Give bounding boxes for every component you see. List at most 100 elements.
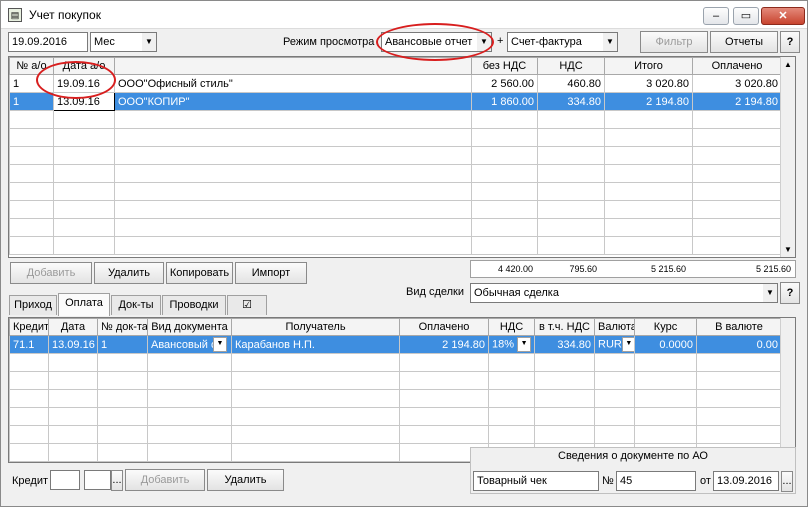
empty-row[interactable] (9, 407, 782, 426)
col-header-doc-type[interactable]: Вид документа (147, 318, 232, 336)
add-payment-button[interactable]: Добавить (125, 469, 205, 491)
credit-ellipsis-button[interactable]: ... (111, 470, 123, 491)
doc-type-combo[interactable]: Счет-фактура ▼ (507, 32, 618, 52)
tab-postings[interactable]: Проводки (162, 295, 226, 315)
chevron-down-icon[interactable]: ▼ (621, 337, 634, 352)
col-header-currency[interactable]: Валюта (594, 318, 635, 336)
empty-row[interactable] (9, 110, 782, 129)
add-report-button[interactable]: Добавить (10, 262, 92, 284)
empty-cell (53, 146, 115, 165)
close-button[interactable]: ✕ (761, 7, 805, 25)
credit-label: Кредит (12, 475, 49, 487)
cell-supplier: ООО"Офисный стиль" (114, 74, 472, 93)
empty-cell (604, 164, 693, 183)
credit-field-2[interactable] (84, 470, 111, 490)
empty-cell (634, 353, 697, 372)
table-row[interactable]: 1 19.09.16 ООО"Офисный стиль" 2 560.00 4… (9, 74, 782, 93)
chevron-down-icon[interactable]: ▼ (763, 284, 777, 302)
empty-cell (9, 200, 54, 219)
chevron-down-icon[interactable]: ▼ (517, 337, 532, 352)
credit-field-1[interactable] (50, 470, 80, 490)
import-button[interactable]: Импорт (235, 262, 307, 284)
empty-row[interactable] (9, 389, 782, 408)
total-without-vat: 4 420.00 (497, 264, 533, 274)
date-field[interactable]: 19.09.2016 (8, 32, 88, 52)
empty-cell (9, 146, 54, 165)
col-header-incl-vat[interactable]: в т.ч. НДС (534, 318, 595, 336)
col-header-rate[interactable]: Курс (634, 318, 697, 336)
col-header-doc-number[interactable]: № док-та (97, 318, 148, 336)
table-row-selected[interactable]: 71.1 13.09.16 1 Авансовый о▼ Карабанов Н… (9, 335, 782, 354)
empty-cell (534, 407, 595, 426)
chevron-down-icon[interactable]: ▼ (603, 33, 617, 51)
delete-payment-button[interactable]: Удалить (207, 469, 284, 491)
ao-ellipsis-button[interactable]: ... (781, 471, 793, 492)
empty-row[interactable] (9, 218, 782, 237)
empty-cell (9, 236, 54, 255)
help-button[interactable]: ? (780, 31, 800, 53)
cell-currency[interactable]: RUR ▼ (594, 335, 635, 354)
empty-cell (114, 128, 472, 147)
col-header-pay-date[interactable]: Дата (48, 318, 98, 336)
ao-doc-type-field[interactable]: Товарный чек (473, 471, 599, 491)
empty-row[interactable] (9, 182, 782, 201)
empty-cell (9, 443, 49, 462)
empty-cell (48, 407, 98, 426)
scroll-down-icon[interactable]: ▼ (784, 245, 792, 254)
cell-vat: 334.80 (537, 92, 605, 111)
vertical-scrollbar[interactable]: ▲ ▼ (780, 57, 795, 257)
empty-row[interactable] (9, 200, 782, 219)
col-header-total[interactable]: Итого (604, 57, 693, 75)
tab-income[interactable]: Приход (9, 295, 57, 315)
copy-report-button[interactable]: Копировать (166, 262, 233, 284)
maximize-button[interactable]: ▭ (733, 7, 759, 25)
empty-row[interactable] (9, 353, 782, 372)
tab-documents[interactable]: Док-ты (111, 295, 161, 315)
empty-row[interactable] (9, 371, 782, 390)
tab-payment[interactable]: Оплата (58, 293, 110, 316)
total-paid: 5 215.60 (755, 264, 791, 274)
empty-row[interactable] (9, 425, 782, 444)
empty-cell (537, 146, 605, 165)
delete-report-button[interactable]: Удалить (94, 262, 164, 284)
view-mode-label: Режим просмотра (283, 36, 375, 48)
deal-type-combo[interactable]: Обычная сделка ▼ (470, 283, 778, 303)
chevron-down-icon[interactable]: ▼ (142, 33, 156, 51)
reports-button[interactable]: Отчеты (710, 31, 778, 53)
tab-checkbox[interactable]: ☑ (227, 295, 267, 315)
cell-vat-rate[interactable]: 18% ▼ (488, 335, 535, 354)
filter-button[interactable]: Фильтр (640, 31, 708, 53)
ao-date-field[interactable]: 13.09.2016 (713, 471, 779, 491)
empty-cell (537, 182, 605, 201)
empty-cell (634, 407, 697, 426)
col-header-paid[interactable]: Оплачено (692, 57, 782, 75)
empty-row[interactable] (9, 164, 782, 183)
empty-row[interactable] (9, 236, 782, 255)
col-header-without-vat[interactable]: без НДС (471, 57, 538, 75)
empty-cell (9, 353, 49, 372)
col-header-vat[interactable]: НДС (537, 57, 605, 75)
vertical-scrollbar[interactable] (780, 318, 795, 462)
chevron-down-icon[interactable]: ▼ (213, 337, 227, 352)
table-row-selected[interactable]: 1 13.09.16 ООО"КОПИР" 1 860.00 334.80 2 … (9, 92, 782, 111)
col-header-credit[interactable]: Кредит (9, 318, 49, 336)
empty-cell (692, 200, 782, 219)
col-header-in-currency[interactable]: В валюте (696, 318, 782, 336)
period-combo[interactable]: Мес ▼ (90, 32, 157, 52)
empty-row[interactable] (9, 146, 782, 165)
empty-cell (488, 425, 535, 444)
col-header-vat-rate[interactable]: НДС (488, 318, 535, 336)
empty-cell (692, 164, 782, 183)
empty-cell (692, 146, 782, 165)
empty-cell (634, 371, 697, 390)
empty-cell (53, 182, 115, 201)
ao-number-field[interactable]: 45 (616, 471, 696, 491)
col-header-recipient[interactable]: Получатель (231, 318, 400, 336)
minimize-button[interactable]: ‒ (703, 7, 729, 25)
scroll-up-icon[interactable]: ▲ (784, 60, 792, 69)
col-header-paid[interactable]: Оплачено (399, 318, 489, 336)
empty-row[interactable] (9, 128, 782, 147)
empty-cell (97, 371, 148, 390)
deal-help-button[interactable]: ? (780, 282, 800, 304)
cell-doc-type[interactable]: Авансовый о▼ (147, 335, 232, 354)
